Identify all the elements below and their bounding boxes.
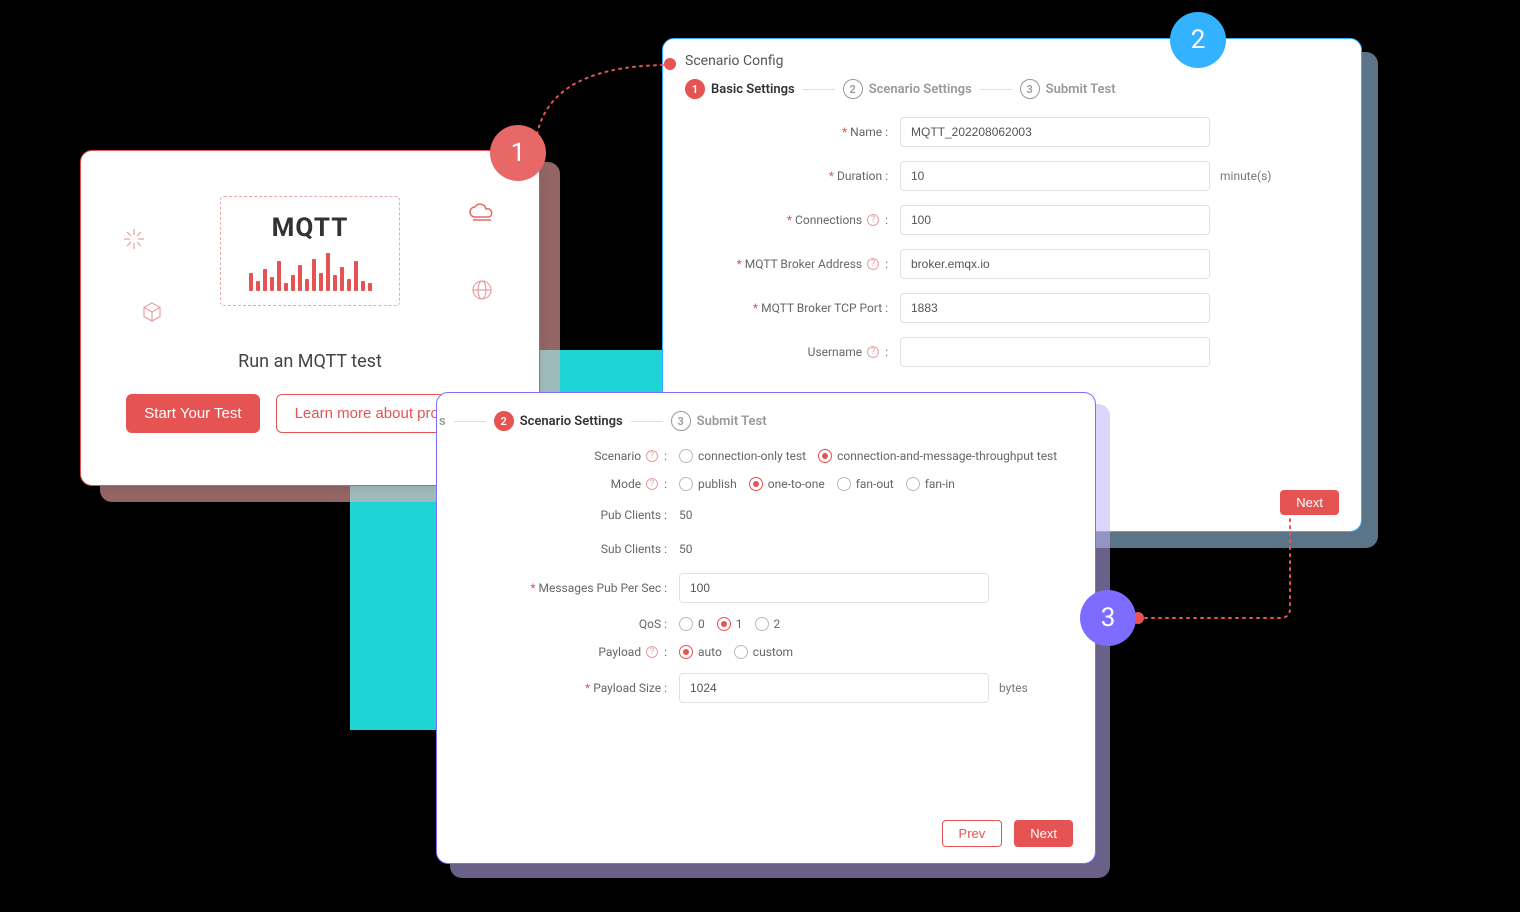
step-divider: [631, 421, 663, 422]
connector-dot-1: [664, 58, 676, 70]
cube-icon: [141, 301, 163, 323]
broker-address-input[interactable]: [900, 249, 1210, 279]
label-mode: Mode? :: [459, 477, 679, 491]
label-username: Username? :: [685, 345, 900, 359]
pub-clients-value: 50: [679, 505, 693, 525]
spark-icon: [121, 226, 147, 252]
step-divider: [454, 421, 486, 422]
label-scenario: Scenario? :: [459, 449, 679, 463]
step-divider: [980, 89, 1012, 90]
next-button[interactable]: Next: [1014, 820, 1073, 847]
step-scenario-settings[interactable]: 2 Scenario Settings: [843, 79, 972, 99]
label-duration: *Duration :: [685, 169, 900, 183]
step-divider: [803, 89, 835, 90]
stepper-card2: 1 Basic Settings 2 Scenario Settings 3 S…: [685, 79, 1339, 99]
label-sub-clients: Sub Clients :: [459, 542, 679, 556]
prev-button[interactable]: Prev: [942, 820, 1003, 847]
step-badge-2: 2: [1170, 12, 1226, 68]
next-button[interactable]: Next: [1280, 490, 1339, 515]
label-payload: Payload? :: [459, 645, 679, 659]
help-icon[interactable]: ?: [867, 346, 879, 358]
stepper-card3: s 2 Scenario Settings 3 Submit Test: [439, 411, 1073, 431]
radio-qos-2[interactable]: 2: [755, 617, 781, 631]
scenario-settings-card: s 2 Scenario Settings 3 Submit Test Scen…: [436, 392, 1096, 864]
username-input[interactable]: [900, 337, 1210, 367]
label-messages-per-sec: *Messages Pub Per Sec :: [459, 581, 679, 595]
payload-size-input[interactable]: [679, 673, 989, 703]
mqtt-bars: [249, 249, 372, 291]
step-badge-1: 1: [490, 125, 546, 181]
help-icon[interactable]: ?: [867, 258, 879, 270]
card1-title: Run an MQTT test: [81, 351, 539, 372]
radio-connection-only[interactable]: connection-only test: [679, 449, 806, 463]
label-payload-size: *Payload Size :: [459, 681, 679, 695]
radio-one-to-one[interactable]: one-to-one: [749, 477, 825, 491]
help-icon[interactable]: ?: [646, 646, 658, 658]
sub-clients-value: 50: [679, 539, 693, 559]
help-icon[interactable]: ?: [646, 450, 658, 462]
connections-input[interactable]: [900, 205, 1210, 235]
radio-connection-and-message[interactable]: connection-and-message-throughput test: [818, 449, 1057, 463]
radio-payload-auto[interactable]: auto: [679, 645, 722, 659]
label-qos: QoS :: [459, 617, 679, 631]
step-submit-test[interactable]: 3 Submit Test: [671, 411, 767, 431]
step-basic-settings[interactable]: 1 Basic Settings: [685, 79, 795, 99]
label-name: *Name :: [685, 125, 900, 139]
help-icon[interactable]: ?: [646, 478, 658, 490]
payload-size-suffix: bytes: [999, 681, 1028, 695]
step-badge-3: 3: [1080, 590, 1136, 646]
step-scenario-settings[interactable]: 2 Scenario Settings: [494, 411, 623, 431]
messages-per-sec-input[interactable]: [679, 573, 989, 603]
radio-qos-1[interactable]: 1: [717, 617, 743, 631]
label-connections: *Connections? :: [685, 213, 900, 227]
globe-icon: [471, 279, 493, 301]
radio-fan-out[interactable]: fan-out: [837, 477, 894, 491]
radio-publish[interactable]: publish: [679, 477, 737, 491]
broker-port-input[interactable]: [900, 293, 1210, 323]
cloud-icon: [467, 201, 497, 223]
label-pub-clients: Pub Clients :: [459, 508, 679, 522]
label-broker-address: *MQTT Broker Address? :: [685, 257, 900, 271]
duration-input[interactable]: [900, 161, 1210, 191]
step-submit-test[interactable]: 3 Submit Test: [1020, 79, 1116, 99]
start-test-button[interactable]: Start Your Test: [126, 394, 259, 433]
radio-fan-in[interactable]: fan-in: [906, 477, 955, 491]
radio-payload-custom[interactable]: custom: [734, 645, 793, 659]
mqtt-logo-text: MQTT: [272, 213, 349, 243]
label-broker-port: *MQTT Broker TCP Port :: [685, 301, 900, 315]
radio-qos-0[interactable]: 0: [679, 617, 705, 631]
mqtt-illustration: MQTT: [81, 151, 539, 351]
help-icon[interactable]: ?: [867, 214, 879, 226]
step-basic-settings-partial: s: [439, 414, 446, 429]
mqtt-chart-box: MQTT: [220, 196, 400, 306]
card2-title: Scenario Config: [685, 53, 1339, 69]
duration-suffix: minute(s): [1220, 169, 1271, 183]
name-input[interactable]: [900, 117, 1210, 147]
